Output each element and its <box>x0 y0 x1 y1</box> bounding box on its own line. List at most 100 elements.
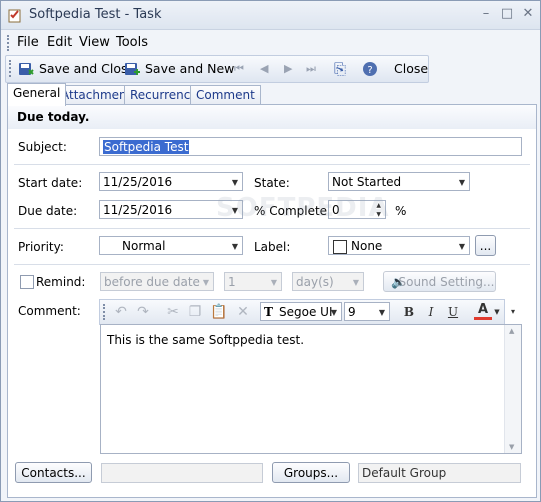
tab-general[interactable]: General <box>7 83 67 106</box>
tab-strip: General Attachments Recurrence Comment <box>7 83 537 106</box>
title-bar: Softpedia Test - Task – □ ✕ <box>1 1 540 30</box>
minimize-icon[interactable]: – <box>477 5 495 23</box>
paste-icon[interactable]: 📋 <box>210 303 228 321</box>
previous-item-icon[interactable]: ◀ <box>260 60 268 78</box>
priority-value: Normal <box>122 239 166 253</box>
underline-icon[interactable]: U <box>444 303 462 321</box>
subject-label: Subject: <box>18 140 67 154</box>
priority-select[interactable]: Normal ▼ <box>99 236 243 255</box>
help-icon[interactable]: ? <box>362 61 378 77</box>
comment-textarea[interactable]: This is the same Softppedia test. ▲ ▼ <box>100 324 522 454</box>
menu-view[interactable]: View <box>79 35 110 50</box>
sound-setting-button[interactable]: 🔈 Sound Setting... <box>383 271 496 292</box>
svg-text:?: ? <box>367 65 372 76</box>
state-select[interactable]: Not Started ▼ <box>328 172 470 191</box>
subject-value: Softpedia Test <box>103 140 190 154</box>
label-select[interactable]: None ▼ <box>328 236 470 255</box>
start-date-value: 11/25/2016 <box>103 175 173 189</box>
label-color-swatch <box>333 240 347 254</box>
chevron-down-icon[interactable]: ▼ <box>459 237 465 256</box>
toolbar-grip[interactable] <box>9 60 14 77</box>
chevron-down-icon[interactable]: ▼ <box>271 273 277 292</box>
chevron-down-icon[interactable]: ▼ <box>331 303 337 322</box>
subject-input[interactable]: Softpedia Test <box>99 137 522 156</box>
percent-sign: % <box>395 204 407 218</box>
remind-when-select[interactable]: before due date ▼ <box>100 272 214 291</box>
comment-scrollbar[interactable]: ▲ ▼ <box>504 325 521 453</box>
remind-label: Remind: <box>36 275 86 289</box>
save-close-icon <box>19 63 34 75</box>
bold-icon[interactable]: B <box>400 303 418 321</box>
menu-file[interactable]: File <box>17 35 39 50</box>
cut-icon[interactable]: ✂ <box>164 303 182 321</box>
close-window-icon[interactable]: ✕ <box>519 5 537 23</box>
divider <box>14 164 530 165</box>
font-size-value: 9 <box>348 305 356 319</box>
chevron-down-icon[interactable]: ▼ <box>459 173 465 192</box>
state-value: Not Started <box>332 175 402 189</box>
contacts-field[interactable] <box>101 463 263 483</box>
copy-icon[interactable]: ❐ <box>186 303 204 321</box>
chevron-down-icon[interactable]: ▼ <box>232 237 238 256</box>
close-button[interactable]: Close <box>394 60 428 78</box>
next-item-icon[interactable]: ▶ <box>284 60 292 78</box>
start-date-label: Start date: <box>18 176 83 190</box>
menu-bar: File Edit View Tools <box>1 31 540 53</box>
comment-label: Comment: <box>18 304 81 318</box>
remind-when-value: before due date <box>104 275 200 289</box>
font-size-select[interactable]: 9 ▼ <box>344 302 390 321</box>
first-item-icon[interactable]: ⏮ <box>234 60 244 78</box>
task-window: Softpedia Test - Task – □ ✕ File Edit Vi… <box>0 0 541 502</box>
divider <box>14 228 530 229</box>
speaker-icon: 🔈 <box>391 275 406 289</box>
font-color-icon[interactable]: A <box>474 303 492 320</box>
menu-tools[interactable]: Tools <box>116 35 148 50</box>
italic-icon[interactable]: I <box>422 303 440 321</box>
font-name-select[interactable]: T Segoe UI ▼ <box>260 302 342 321</box>
label-label: Label: <box>254 240 291 254</box>
softpedia-watermark: SOFTPEDIA <box>216 193 390 223</box>
divider <box>14 264 530 265</box>
due-banner-text: Due today. <box>17 110 90 124</box>
chevron-down-icon[interactable]: ▼ <box>492 303 502 321</box>
undo-icon[interactable]: ↶ <box>112 303 130 321</box>
start-date-picker[interactable]: 11/25/2016 ▼ <box>99 172 243 191</box>
remind-count-select[interactable]: 1 ▼ <box>224 272 282 291</box>
maximize-icon[interactable]: □ <box>498 5 516 23</box>
attach-icon[interactable]: ⎘ <box>334 60 346 78</box>
chevron-down-icon[interactable]: ▼ <box>379 303 385 322</box>
toolbar-overflow-icon[interactable]: ▾ <box>511 307 515 316</box>
last-item-icon[interactable]: ⏭ <box>306 60 316 78</box>
scroll-up-icon[interactable]: ▲ <box>509 327 514 335</box>
font-icon: T <box>264 305 273 319</box>
save-close-button[interactable]: Save and Close <box>39 60 135 78</box>
remind-count-value: 1 <box>228 275 236 289</box>
delete-icon[interactable]: ✕ <box>234 303 252 321</box>
chevron-down-icon[interactable]: ▼ <box>232 173 238 192</box>
chevron-down-icon[interactable]: ▼ <box>353 273 359 292</box>
save-new-button[interactable]: Save and New <box>145 60 234 78</box>
remind-checkbox[interactable] <box>20 275 34 289</box>
groups-value: Default Group <box>362 466 447 480</box>
editor-grip[interactable] <box>103 304 108 320</box>
remind-unit-select[interactable]: day(s) ▼ <box>292 272 364 291</box>
redo-icon[interactable]: ↷ <box>134 303 152 321</box>
comment-text: This is the same Softppedia test. <box>107 333 305 347</box>
scroll-down-icon[interactable]: ▼ <box>509 443 514 451</box>
window-title: Softpedia Test - Task <box>29 7 162 22</box>
label-more-button[interactable]: ... <box>475 235 496 256</box>
groups-field[interactable]: Default Group <box>358 463 521 483</box>
chevron-down-icon[interactable]: ▼ <box>203 273 209 292</box>
contacts-button[interactable]: Contacts... <box>15 462 92 483</box>
sound-setting-label: Sound Setting... <box>398 275 495 289</box>
groups-button[interactable]: Groups... <box>272 462 350 483</box>
state-label: State: <box>254 176 290 190</box>
comment-editor-toolbar: ↶ ↷ ✂ ❐ 📋 ✕ T Segoe UI ▼ 9 ▼ B I U A ▼ <box>99 299 505 325</box>
font-name-value: Segoe UI <box>279 305 333 319</box>
menu-grip[interactable] <box>7 35 12 51</box>
due-date-label: Due date: <box>18 204 78 218</box>
menu-edit[interactable]: Edit <box>47 35 72 50</box>
tab-comment[interactable]: Comment <box>190 85 261 105</box>
priority-label: Priority: <box>18 240 64 254</box>
due-date-value: 11/25/2016 <box>103 203 173 217</box>
